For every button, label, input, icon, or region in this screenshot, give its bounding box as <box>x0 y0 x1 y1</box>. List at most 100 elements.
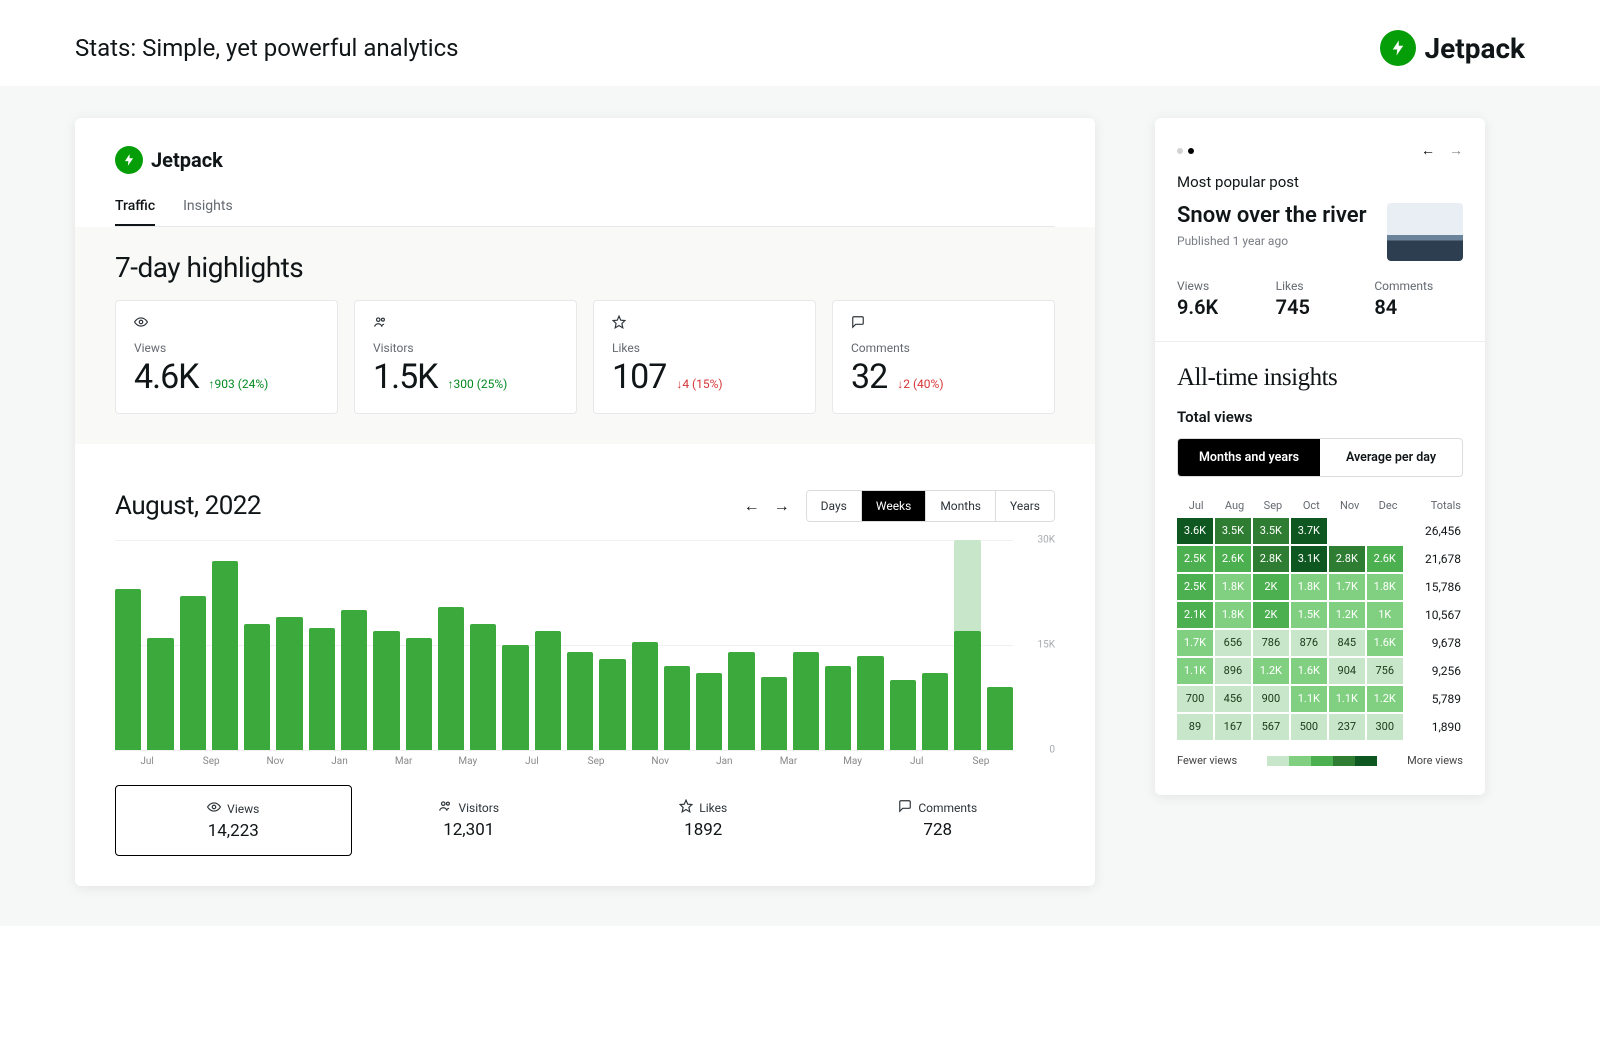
heat-cell[interactable]: 2K <box>1253 602 1289 628</box>
stat-views[interactable]: Views14,223 <box>115 785 352 856</box>
heat-cell[interactable]: 2.6K <box>1215 546 1251 572</box>
heat-cell[interactable]: 2.8K <box>1329 546 1365 572</box>
heat-col: Oct <box>1292 499 1330 512</box>
kpi-comments: Comments32↓2 (40%) <box>832 300 1055 414</box>
prev-arrow-icon[interactable]: ← <box>1421 142 1435 159</box>
heat-cell[interactable]: 1.8K <box>1215 574 1251 600</box>
bar[interactable] <box>502 645 528 750</box>
heat-cell[interactable]: 786 <box>1253 630 1289 656</box>
heat-cell[interactable]: 3.5K <box>1253 518 1289 544</box>
heat-cell[interactable]: 904 <box>1329 658 1365 684</box>
tab-insights[interactable]: Insights <box>183 188 233 226</box>
heat-cell[interactable]: 3.6K <box>1177 518 1213 544</box>
heat-cell[interactable]: 896 <box>1215 658 1251 684</box>
prev-arrow-icon[interactable]: ← <box>744 496 760 516</box>
heat-cell[interactable]: 567 <box>1253 714 1289 740</box>
heat-cell[interactable]: 876 <box>1291 630 1327 656</box>
bar[interactable] <box>470 624 496 750</box>
stat-visitors[interactable]: Visitors12,301 <box>352 785 587 856</box>
heat-cell[interactable]: 900 <box>1253 686 1289 712</box>
bar[interactable] <box>212 561 238 750</box>
heat-cell[interactable]: 1.5K <box>1291 602 1327 628</box>
stat-comments[interactable]: Comments728 <box>821 785 1056 856</box>
heat-cell[interactable]: 2.5K <box>1177 574 1213 600</box>
heat-cell[interactable]: 456 <box>1215 686 1251 712</box>
heat-cell[interactable]: 89 <box>1177 714 1213 740</box>
bar[interactable] <box>793 652 819 750</box>
bar[interactable] <box>567 652 593 750</box>
range-days[interactable]: Days <box>807 491 861 521</box>
bar[interactable] <box>890 680 916 750</box>
bar[interactable] <box>244 624 270 750</box>
bar[interactable] <box>728 652 754 750</box>
bar[interactable] <box>276 617 302 750</box>
range-weeks[interactable]: Weeks <box>861 491 925 521</box>
heat-cell[interactable]: 237 <box>1329 714 1365 740</box>
heat-cell[interactable]: 1.1K <box>1329 686 1365 712</box>
heat-cell[interactable]: 3.7K <box>1291 518 1327 544</box>
heat-cell[interactable]: 1.8K <box>1291 574 1327 600</box>
heat-cell[interactable]: 1.6K <box>1291 658 1327 684</box>
bar[interactable] <box>309 628 335 751</box>
bar[interactable] <box>632 642 658 751</box>
range-years[interactable]: Years <box>995 491 1054 521</box>
heat-total: 21,678 <box>1405 546 1463 572</box>
bar[interactable] <box>180 596 206 750</box>
heat-cell[interactable]: 845 <box>1329 630 1365 656</box>
panel-brand-text: Jetpack <box>151 148 223 172</box>
range-months[interactable]: Months <box>925 491 995 521</box>
bar[interactable] <box>406 638 432 750</box>
heat-cell[interactable]: 1.2K <box>1329 602 1365 628</box>
heat-cell[interactable]: 656 <box>1215 630 1251 656</box>
heat-cell[interactable] <box>1367 518 1403 544</box>
heat-cell[interactable]: 1.1K <box>1291 686 1327 712</box>
bolt-icon <box>1380 30 1416 66</box>
heat-cell[interactable]: 1K <box>1367 602 1403 628</box>
tab-traffic[interactable]: Traffic <box>115 188 155 226</box>
bar[interactable] <box>147 638 173 750</box>
bar[interactable] <box>438 607 464 751</box>
bar[interactable] <box>696 673 722 750</box>
seg-1[interactable]: Average per day <box>1320 439 1462 476</box>
bar[interactable] <box>341 610 367 750</box>
bar[interactable] <box>599 659 625 750</box>
heat-cell[interactable]: 1.7K <box>1177 630 1213 656</box>
bar[interactable] <box>664 666 690 750</box>
heat-cell[interactable]: 1.7K <box>1329 574 1365 600</box>
next-arrow-icon[interactable]: → <box>1449 142 1463 159</box>
bar[interactable] <box>535 631 561 750</box>
heat-cell[interactable]: 1.8K <box>1367 574 1403 600</box>
desktop-panel: Jetpack TrafficInsights 7-day highlights… <box>75 118 1095 886</box>
heat-cell[interactable]: 756 <box>1367 658 1403 684</box>
bar[interactable] <box>825 666 851 750</box>
heat-cell[interactable]: 1.1K <box>1177 658 1213 684</box>
heat-cell[interactable]: 500 <box>1291 714 1327 740</box>
heat-cell[interactable]: 1.6K <box>1367 630 1403 656</box>
bar[interactable] <box>761 677 787 751</box>
heat-cell[interactable]: 1.2K <box>1253 658 1289 684</box>
heat-cell[interactable] <box>1329 518 1365 544</box>
seg-0[interactable]: Months and years <box>1178 439 1320 476</box>
heat-cell[interactable]: 2K <box>1253 574 1289 600</box>
heat-cell[interactable]: 167 <box>1215 714 1251 740</box>
heat-cell[interactable]: 2.1K <box>1177 602 1213 628</box>
bar[interactable] <box>373 631 399 750</box>
heat-cell[interactable]: 1.2K <box>1367 686 1403 712</box>
bar[interactable] <box>954 540 980 750</box>
heat-cell[interactable]: 300 <box>1367 714 1403 740</box>
heat-cell[interactable]: 2.6K <box>1367 546 1403 572</box>
heat-cell[interactable]: 3.1K <box>1291 546 1327 572</box>
heat-cell[interactable]: 2.8K <box>1253 546 1289 572</box>
mob-stat-views: Views9.6K <box>1177 279 1266 319</box>
bar[interactable] <box>857 656 883 751</box>
heat-cell[interactable]: 3.5K <box>1215 518 1251 544</box>
heat-cell[interactable]: 2.5K <box>1177 546 1213 572</box>
stat-likes[interactable]: Likes1892 <box>586 785 821 856</box>
brand-logo: Jetpack <box>1380 30 1525 66</box>
heat-cell[interactable]: 1.8K <box>1215 602 1251 628</box>
bar[interactable] <box>115 589 141 750</box>
bar[interactable] <box>922 673 948 750</box>
heat-cell[interactable]: 700 <box>1177 686 1213 712</box>
next-arrow-icon[interactable]: → <box>774 496 790 516</box>
bar[interactable] <box>987 687 1013 750</box>
